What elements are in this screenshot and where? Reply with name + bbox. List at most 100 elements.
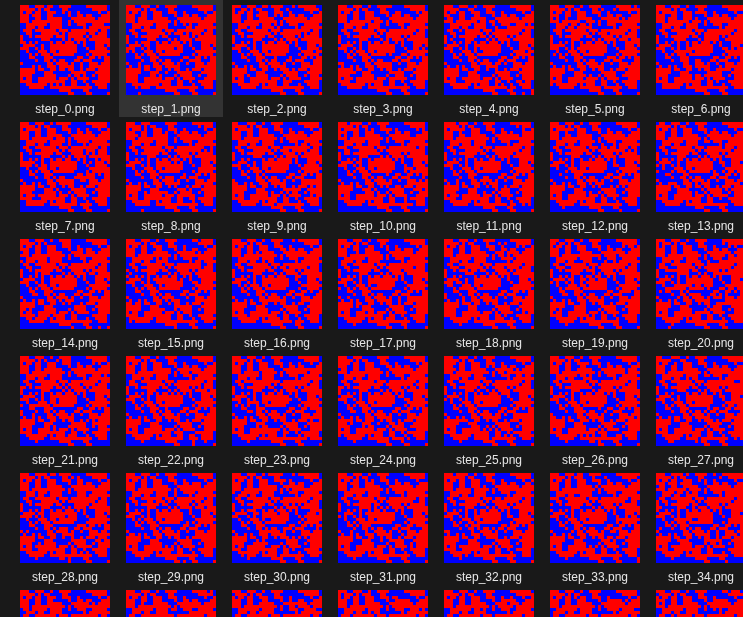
image-thumbnail[interactable] [444, 5, 534, 95]
image-thumbnail[interactable] [126, 122, 216, 212]
file-item[interactable]: step_15.png [119, 234, 223, 351]
image-thumbnail[interactable] [232, 5, 322, 95]
file-name: step_7.png [35, 218, 94, 234]
image-thumbnail[interactable] [656, 590, 743, 617]
image-thumbnail[interactable] [338, 239, 428, 329]
image-thumbnail[interactable] [232, 122, 322, 212]
file-name: step_6.png [671, 101, 730, 117]
image-thumbnail[interactable] [550, 473, 640, 563]
image-thumbnail[interactable] [126, 473, 216, 563]
file-name: step_4.png [459, 101, 518, 117]
image-thumbnail[interactable] [232, 239, 322, 329]
image-thumbnail[interactable] [126, 239, 216, 329]
image-thumbnail[interactable] [126, 356, 216, 446]
file-item[interactable]: step_7.png [13, 117, 117, 234]
image-thumbnail[interactable] [444, 122, 534, 212]
file-name: step_9.png [247, 218, 306, 234]
image-thumbnail[interactable] [550, 590, 640, 617]
file-item[interactable]: step_13.png [649, 117, 743, 234]
file-item[interactable]: step_14.png [13, 234, 117, 351]
image-thumbnail[interactable] [656, 122, 743, 212]
file-item[interactable]: step_23.png [225, 351, 329, 468]
image-thumbnail[interactable] [656, 5, 743, 95]
file-item[interactable]: step_28.png [13, 468, 117, 585]
image-thumbnail[interactable] [20, 5, 110, 95]
image-thumbnail[interactable] [232, 356, 322, 446]
file-item[interactable]: step_25.png [437, 351, 541, 468]
image-thumbnail[interactable] [338, 122, 428, 212]
file-item[interactable]: step_16.png [225, 234, 329, 351]
file-item[interactable]: step_5.png [543, 0, 647, 117]
file-name: step_33.png [562, 569, 628, 585]
file-name: step_34.png [668, 569, 734, 585]
file-name: step_19.png [562, 335, 628, 351]
image-thumbnail[interactable] [232, 590, 322, 617]
file-item[interactable]: step_29.png [119, 468, 223, 585]
image-thumbnail[interactable] [338, 473, 428, 563]
file-name: step_24.png [350, 452, 416, 468]
file-item[interactable] [649, 585, 743, 617]
file-item[interactable]: step_31.png [331, 468, 435, 585]
image-thumbnail[interactable] [550, 356, 640, 446]
file-item[interactable]: step_26.png [543, 351, 647, 468]
file-item[interactable] [437, 585, 541, 617]
file-item[interactable]: step_18.png [437, 234, 541, 351]
file-item[interactable]: step_21.png [13, 351, 117, 468]
image-thumbnail[interactable] [338, 590, 428, 617]
image-thumbnail[interactable] [550, 122, 640, 212]
file-item[interactable] [225, 585, 329, 617]
image-thumbnail[interactable] [20, 590, 110, 617]
file-item[interactable]: step_27.png [649, 351, 743, 468]
file-item[interactable]: step_19.png [543, 234, 647, 351]
image-thumbnail[interactable] [20, 356, 110, 446]
file-name: step_10.png [350, 218, 416, 234]
file-item[interactable]: step_22.png [119, 351, 223, 468]
image-thumbnail[interactable] [126, 590, 216, 617]
image-thumbnail[interactable] [444, 473, 534, 563]
file-item[interactable]: step_24.png [331, 351, 435, 468]
image-thumbnail[interactable] [550, 5, 640, 95]
file-item[interactable]: step_1.png [119, 0, 223, 117]
file-name: step_18.png [456, 335, 522, 351]
file-item[interactable]: step_30.png [225, 468, 329, 585]
image-thumbnail[interactable] [444, 239, 534, 329]
image-thumbnail[interactable] [550, 239, 640, 329]
file-item[interactable] [13, 585, 117, 617]
file-item[interactable]: step_8.png [119, 117, 223, 234]
image-thumbnail[interactable] [20, 473, 110, 563]
file-item[interactable] [331, 585, 435, 617]
file-item[interactable]: step_4.png [437, 0, 541, 117]
file-name: step_28.png [32, 569, 98, 585]
file-item[interactable]: step_32.png [437, 468, 541, 585]
image-thumbnail[interactable] [20, 122, 110, 212]
image-thumbnail[interactable] [126, 5, 216, 95]
file-item[interactable]: step_3.png [331, 0, 435, 117]
file-item[interactable]: step_33.png [543, 468, 647, 585]
file-item[interactable]: step_2.png [225, 0, 329, 117]
file-item[interactable]: step_0.png [13, 0, 117, 117]
image-thumbnail[interactable] [656, 239, 743, 329]
image-thumbnail[interactable] [338, 5, 428, 95]
file-name: step_23.png [244, 452, 310, 468]
file-item[interactable] [543, 585, 647, 617]
file-item[interactable] [119, 585, 223, 617]
file-item[interactable]: step_6.png [649, 0, 743, 117]
file-name: step_21.png [32, 452, 98, 468]
file-grid: step_0.pngstep_1.pngstep_2.pngstep_3.png… [0, 0, 743, 617]
file-item[interactable]: step_9.png [225, 117, 329, 234]
image-thumbnail[interactable] [444, 356, 534, 446]
image-thumbnail[interactable] [20, 239, 110, 329]
file-item[interactable]: step_12.png [543, 117, 647, 234]
file-item[interactable]: step_20.png [649, 234, 743, 351]
file-name: step_14.png [32, 335, 98, 351]
file-item[interactable]: step_34.png [649, 468, 743, 585]
image-thumbnail[interactable] [444, 590, 534, 617]
file-item[interactable]: step_17.png [331, 234, 435, 351]
file-item[interactable]: step_10.png [331, 117, 435, 234]
file-item[interactable]: step_11.png [437, 117, 541, 234]
image-thumbnail[interactable] [656, 473, 743, 563]
file-name: step_13.png [668, 218, 734, 234]
image-thumbnail[interactable] [232, 473, 322, 563]
image-thumbnail[interactable] [338, 356, 428, 446]
image-thumbnail[interactable] [656, 356, 743, 446]
